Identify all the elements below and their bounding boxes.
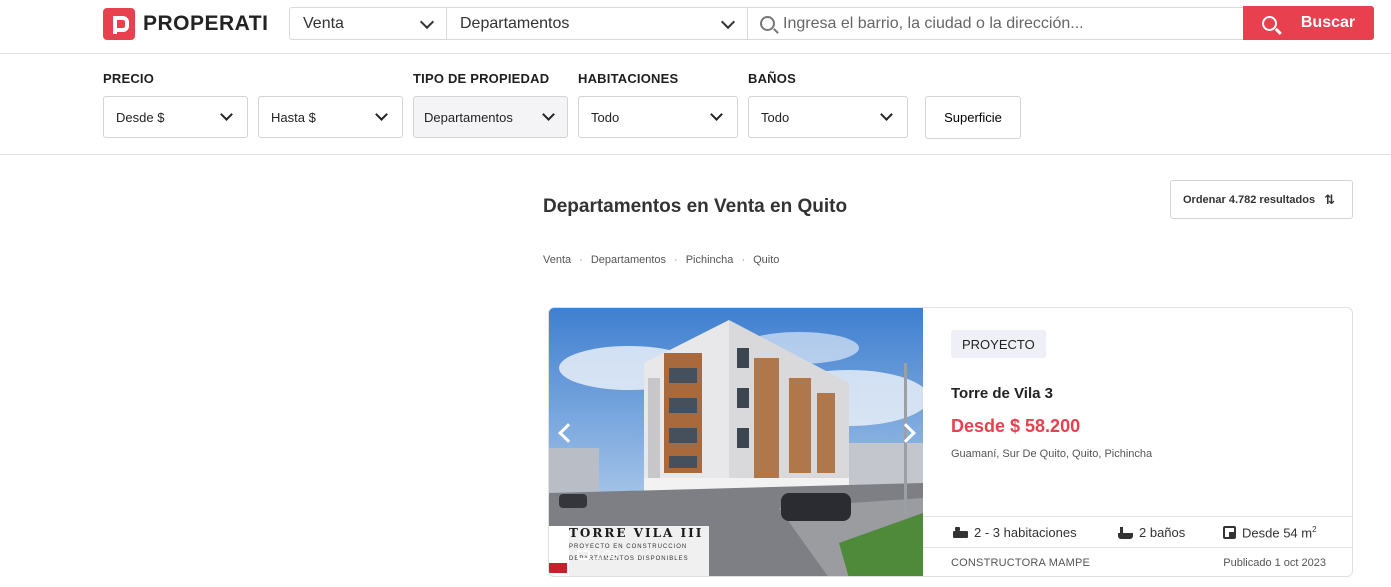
- baths-text: 2 baños: [1139, 525, 1186, 540]
- price-to-value: Hasta $: [271, 109, 316, 125]
- property-type-value: Departamentos: [460, 14, 570, 32]
- baths-value: Todo: [761, 109, 790, 125]
- listing-info: PROYECTO Torre de Vila 3 Desde $ 58.200 …: [923, 308, 1352, 576]
- price-to-select[interactable]: Hasta $: [258, 96, 403, 138]
- operation-select[interactable]: Venta: [289, 7, 447, 40]
- area-unit-superscript: 2: [1312, 525, 1317, 534]
- breadcrumb-separator: ·: [579, 254, 583, 266]
- sort-button[interactable]: Ordenar 4.782 resultados ⇅: [1170, 180, 1353, 219]
- chevron-down-icon: [720, 14, 736, 30]
- baths-feature: 2 baños: [1118, 525, 1185, 540]
- price-from-value: Desde $: [116, 109, 165, 125]
- search-icon: [1261, 15, 1277, 31]
- price-from-select[interactable]: Desde $: [103, 96, 248, 138]
- area-feature: Desde 54 m2: [1223, 525, 1317, 540]
- baths-filter-label: BAÑOS: [748, 71, 796, 86]
- top-header: PROPERATI Venta Departamentos Ingresa el…: [0, 0, 1391, 54]
- photo-banner-title: TORRE VILA III: [569, 526, 704, 540]
- operation-value: Venta: [303, 14, 344, 32]
- price-filter-label: PRECIO: [103, 71, 155, 86]
- search-button-label: Buscar: [1300, 14, 1356, 31]
- rooms-text: 2 - 3 habitaciones: [974, 525, 1077, 540]
- rooms-feature: 2 - 3 habitaciones: [953, 525, 1077, 540]
- property-type-filter-value: Departamentos: [424, 109, 513, 125]
- breadcrumb-item[interactable]: Departamentos: [591, 254, 666, 266]
- camera-icon: [577, 550, 590, 560]
- photo-count-text: 1/35: [595, 548, 619, 562]
- chevron-down-icon: [880, 108, 893, 121]
- bed-icon: [953, 527, 968, 538]
- chevron-down-icon: [710, 108, 723, 121]
- builder-name[interactable]: CONSTRUCTORA MAMPE: [951, 557, 1090, 569]
- breadcrumb-item[interactable]: Venta: [543, 254, 571, 266]
- listing-card[interactable]: TORRE VILA III PROYECTO EN CONSTRUCCION …: [548, 307, 1353, 577]
- surface-button-label: Superficie: [944, 110, 1002, 125]
- photo-counter: 1/35: [577, 548, 618, 562]
- filters-bar: PRECIO Desde $ Hasta $ TIPO DE PROPIEDAD…: [0, 54, 1391, 155]
- listing-photo[interactable]: TORRE VILA III PROYECTO EN CONSTRUCCION …: [549, 308, 923, 576]
- listing-price: Desde $ 58.200: [951, 416, 1081, 436]
- property-type-select[interactable]: Departamentos: [446, 7, 748, 40]
- rooms-filter-label: HABITACIONES: [578, 71, 679, 86]
- listing-location: Guamaní, Sur De Quito, Quito, Pichincha: [951, 448, 1153, 460]
- area-text: Desde 54 m2: [1242, 525, 1317, 540]
- surface-filter-button[interactable]: Superficie: [925, 96, 1021, 139]
- chevron-down-icon: [542, 108, 555, 121]
- bathtub-icon: [1118, 526, 1133, 539]
- chevron-down-icon: [220, 108, 233, 121]
- property-type-filter-label: TIPO DE PROPIEDAD: [413, 71, 550, 86]
- breadcrumb-separator: ·: [741, 254, 746, 266]
- search-button[interactable]: Buscar: [1243, 6, 1374, 40]
- listing-features: 2 - 3 habitaciones 2 baños Desde 54 m2: [923, 516, 1352, 548]
- baths-select[interactable]: Todo: [748, 96, 908, 138]
- brand-name: PROPERATI: [143, 12, 269, 35]
- search-icon: [760, 16, 775, 31]
- listing-title[interactable]: Torre de Vila 3: [951, 385, 1053, 402]
- listing-footer: CONSTRUCTORA MAMPE Publicado 1 oct 2023: [923, 548, 1352, 576]
- area-icon: [1223, 526, 1236, 540]
- location-search-input[interactable]: Ingresa el barrio, la ciudad o la direcc…: [747, 7, 1244, 40]
- chevron-down-icon: [375, 108, 388, 121]
- chevron-down-icon: [419, 14, 435, 30]
- rooms-select[interactable]: Todo: [578, 96, 738, 138]
- search-placeholder: Ingresa el barrio, la ciudad o la direcc…: [783, 14, 1084, 32]
- property-type-filter-select[interactable]: Departamentos: [413, 96, 568, 138]
- breadcrumb: Venta · Departamentos · Pichincha · Quit…: [543, 254, 779, 266]
- area-value: Desde 54 m: [1242, 525, 1313, 541]
- published-date: Publicado 1 oct 2023: [1223, 557, 1326, 569]
- properati-logo-icon: [103, 8, 135, 40]
- breadcrumb-item[interactable]: Quito: [753, 254, 779, 266]
- page-title: Departamentos en Venta en Quito: [543, 196, 848, 217]
- sort-label: Ordenar 4.782 resultados: [1183, 193, 1316, 206]
- breadcrumb-separator: ·: [674, 254, 678, 266]
- sort-arrows-icon: ⇅: [1324, 191, 1335, 207]
- properati-logo[interactable]: PROPERATI: [103, 8, 268, 40]
- breadcrumb-item[interactable]: Pichincha: [686, 254, 734, 266]
- project-badge: PROYECTO: [951, 330, 1046, 358]
- rooms-value: Todo: [591, 109, 620, 125]
